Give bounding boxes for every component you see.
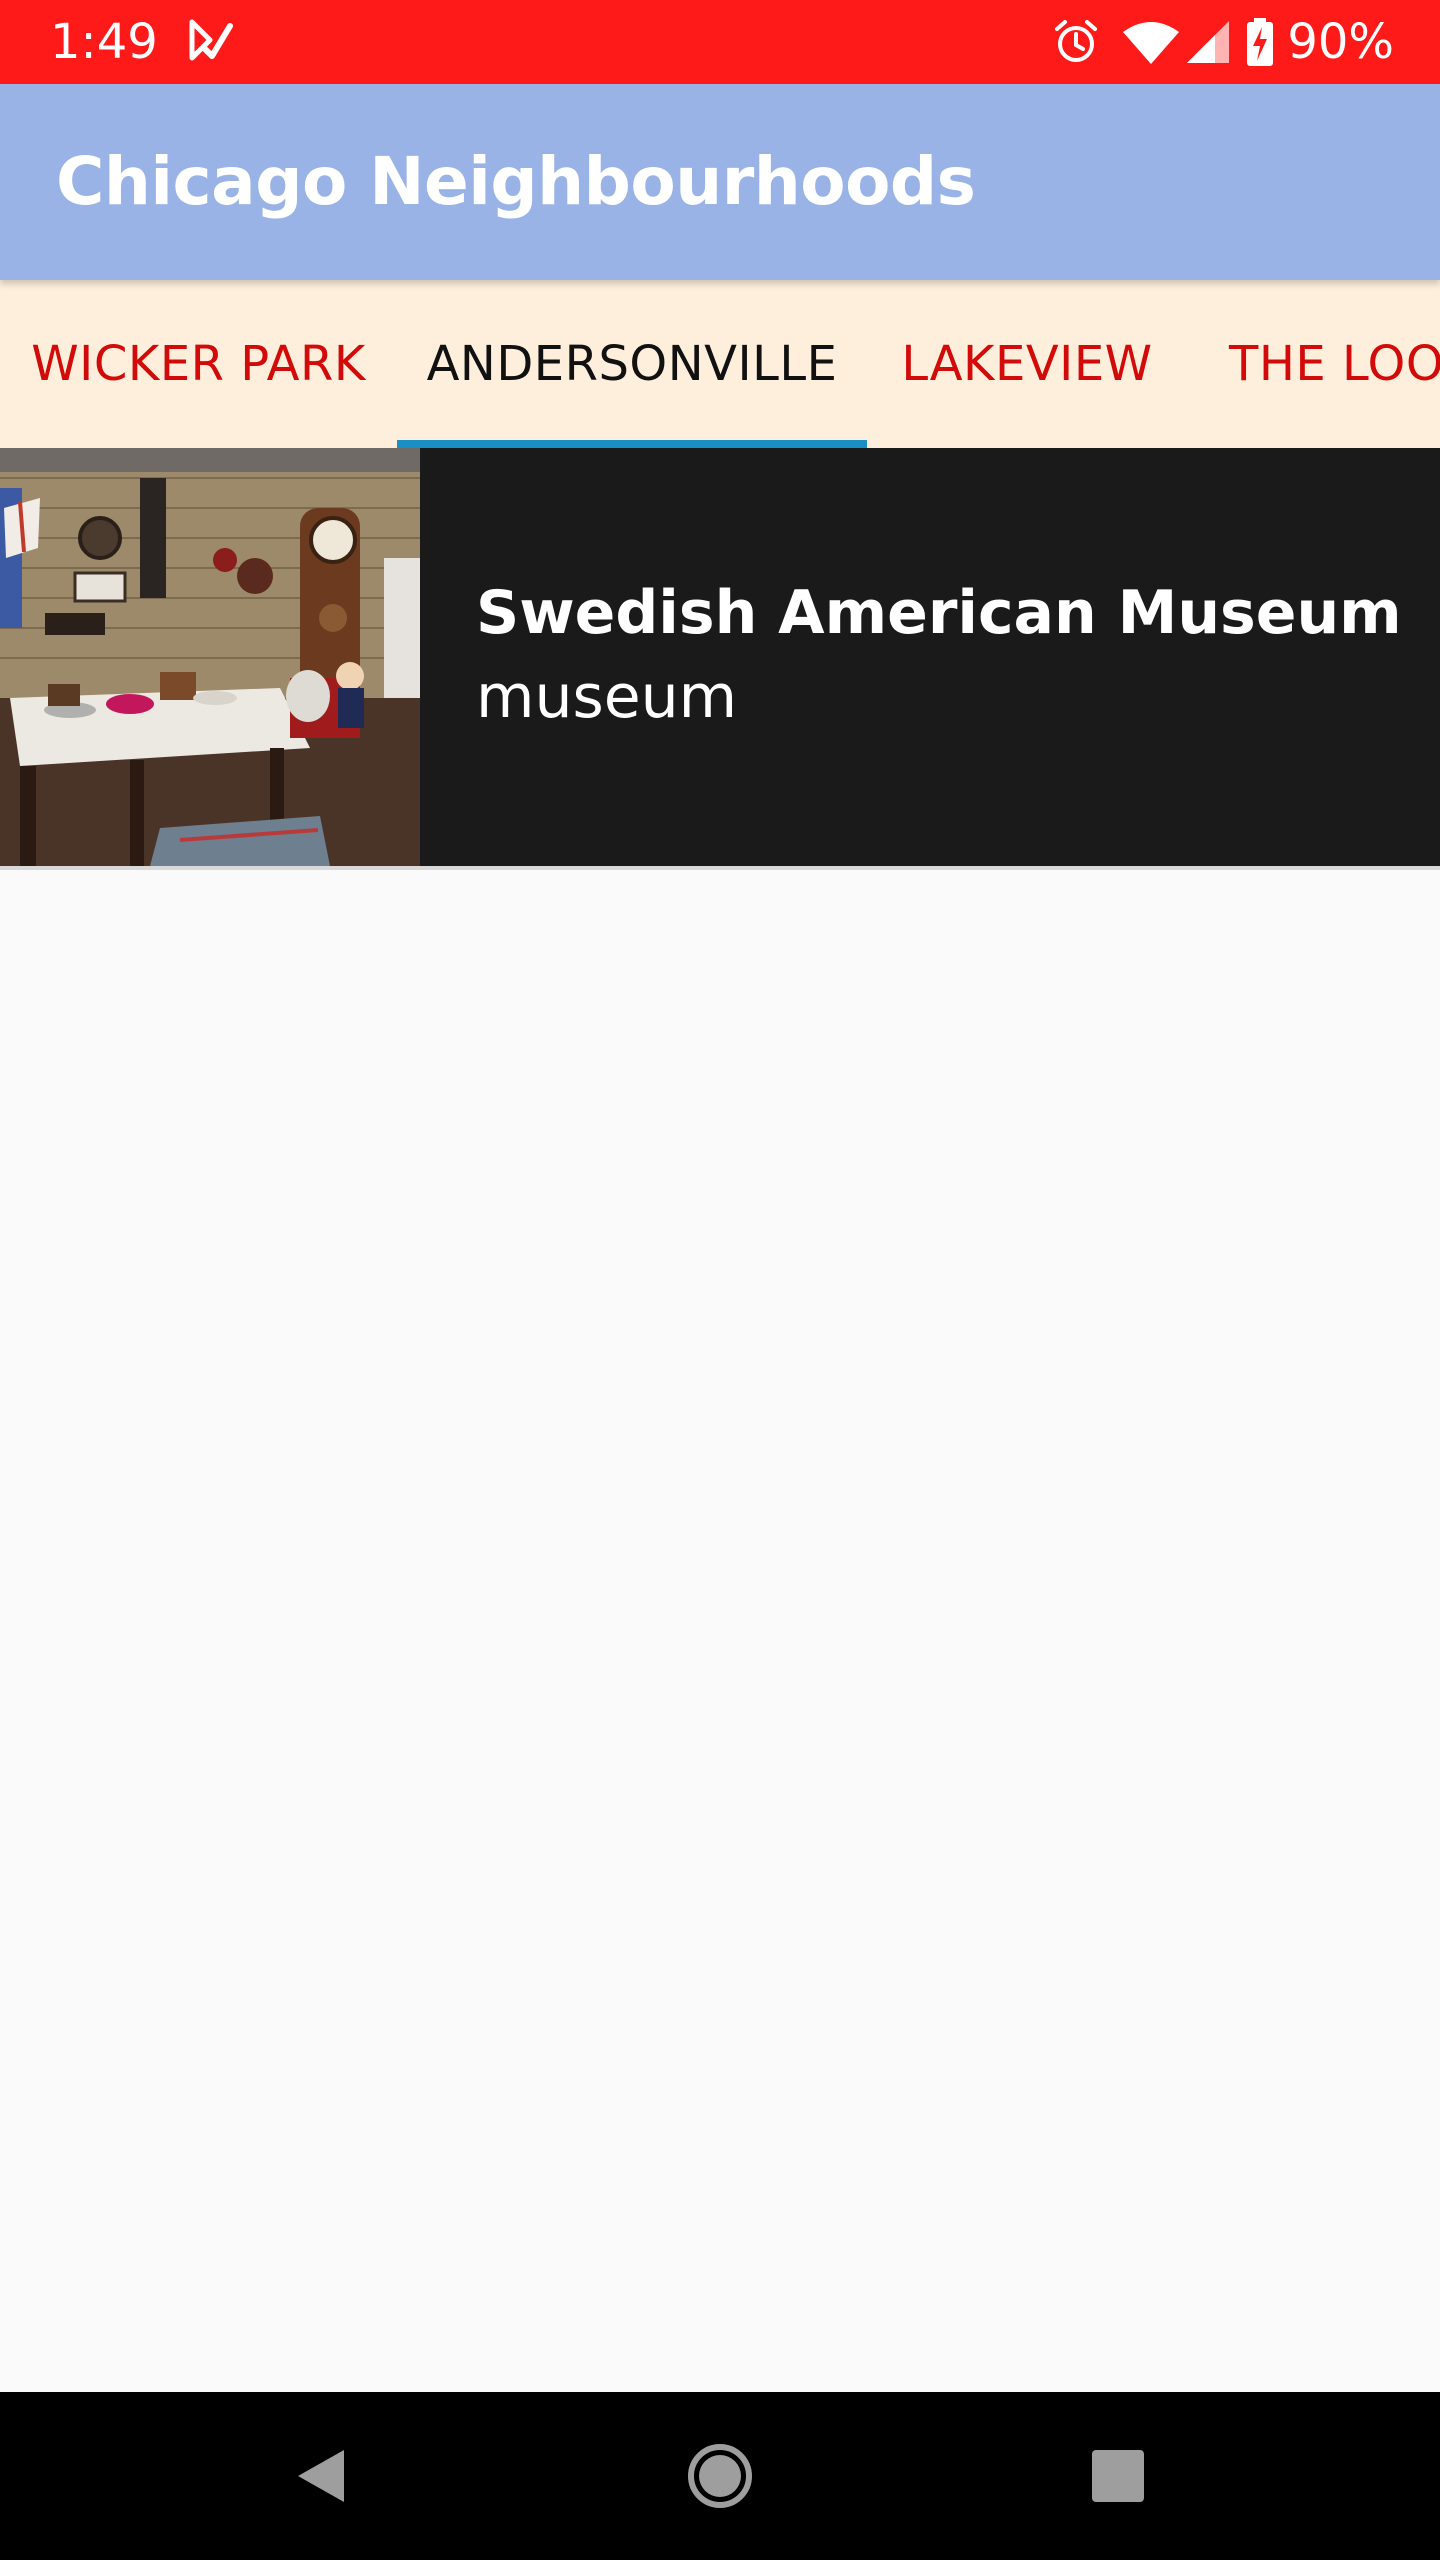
tab-the-loop[interactable]: THE LOOP — [1187, 280, 1440, 448]
battery-percent: 90% — [1287, 14, 1394, 70]
status-bar: 1:49 90% — [0, 0, 1440, 84]
app-title: Chicago Neighbourhoods — [56, 143, 976, 220]
app-bar: Chicago Neighbourhoods — [0, 84, 1440, 280]
tab-lakeview[interactable]: LAKEVIEW — [867, 280, 1187, 448]
home-button[interactable] — [670, 2392, 770, 2560]
alarm-icon — [1055, 20, 1098, 62]
system-nav-bar — [0, 2392, 1440, 2560]
app-notification-icon — [189, 19, 233, 61]
status-right-group: 90% — [1051, 14, 1394, 70]
battery-charging-icon — [1247, 18, 1274, 66]
status-time: 1:49 — [50, 14, 158, 70]
wifi-icon — [1123, 22, 1180, 64]
back-button[interactable] — [270, 2392, 370, 2560]
tab-wicker-park[interactable]: WICKER PARK — [0, 280, 397, 448]
item-subtitle: museum — [476, 662, 738, 732]
recents-icon — [1092, 2450, 1144, 2502]
museum-thumbnail-image — [0, 448, 420, 866]
tab-bar: WICKER PARK ANDERSONVILLE LAKEVIEW THE L… — [0, 280, 1440, 448]
tab-andersonville[interactable]: ANDERSONVILLE — [397, 280, 867, 448]
recents-button[interactable] — [1068, 2392, 1168, 2560]
selected-tab-indicator — [397, 440, 867, 448]
cellular-signal-icon — [1187, 21, 1230, 63]
list-item[interactable]: Swedish American Museum museum — [0, 448, 1440, 866]
list-divider — [0, 866, 1440, 870]
home-icon — [688, 2444, 752, 2508]
item-title: Swedish American Museum — [476, 578, 1402, 648]
back-icon — [298, 2450, 344, 2502]
